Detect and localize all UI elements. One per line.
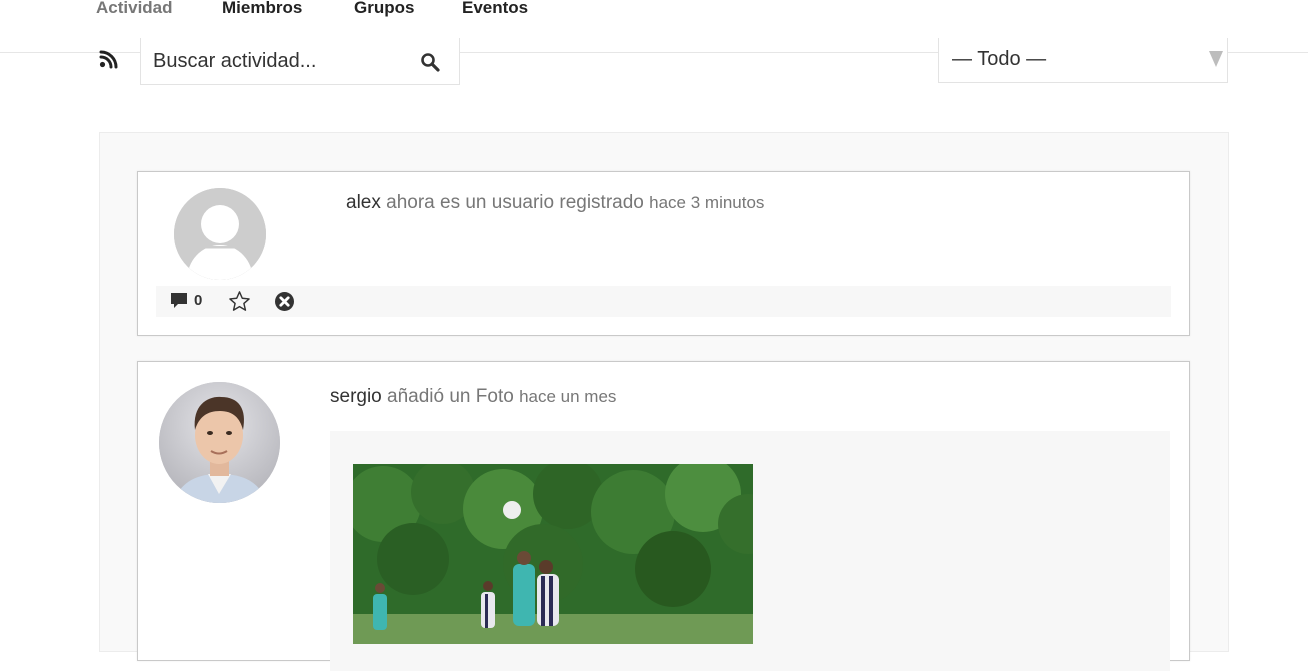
activity-time-link[interactable]: hace un mes <box>519 387 616 406</box>
activity-item: sergio añadió un Foto hace un mes <box>137 361 1190 671</box>
activity-filter-select[interactable]: — Todo — <box>938 38 1228 83</box>
activity-action: ahora es un usuario registrado <box>386 192 644 213</box>
default-avatar-icon <box>174 188 266 280</box>
avatar[interactable] <box>174 188 266 280</box>
comment-count[interactable]: 0 <box>194 292 202 309</box>
rss-icon[interactable] <box>98 46 122 70</box>
tab-grupos[interactable]: Grupos <box>354 0 414 18</box>
activity-item: alex ahora es un usuario registrado hace… <box>137 171 1190 336</box>
tab-eventos[interactable]: Eventos <box>462 0 528 18</box>
comment-icon[interactable] <box>170 292 188 310</box>
chevron-down-icon <box>1209 51 1223 67</box>
delete-icon[interactable] <box>274 291 295 312</box>
tab-miembros[interactable]: Miembros <box>222 0 302 18</box>
user-photo-icon <box>159 382 280 503</box>
soccer-photo-image <box>353 464 753 644</box>
search-box <box>140 38 460 85</box>
search-input[interactable] <box>153 48 408 74</box>
search-icon[interactable] <box>419 51 441 73</box>
tab-actividad[interactable]: Actividad <box>96 0 173 18</box>
avatar[interactable] <box>159 382 280 503</box>
activity-media <box>330 431 1170 671</box>
star-icon[interactable] <box>228 290 251 313</box>
activity-time-link[interactable]: hace 3 minutos <box>649 193 764 212</box>
activity-headline: sergio añadió un Foto hace un mes <box>330 386 616 408</box>
soccer-photo[interactable] <box>353 464 753 644</box>
activity-meta: 0 <box>156 286 1171 317</box>
activity-user-link[interactable]: sergio <box>330 386 382 407</box>
activity-user-link[interactable]: alex <box>346 192 381 213</box>
filter-selected-value: — Todo — <box>952 48 1047 70</box>
activity-headline: alex ahora es un usuario registrado hace… <box>346 192 764 214</box>
activity-action: añadió un Foto <box>387 386 514 407</box>
